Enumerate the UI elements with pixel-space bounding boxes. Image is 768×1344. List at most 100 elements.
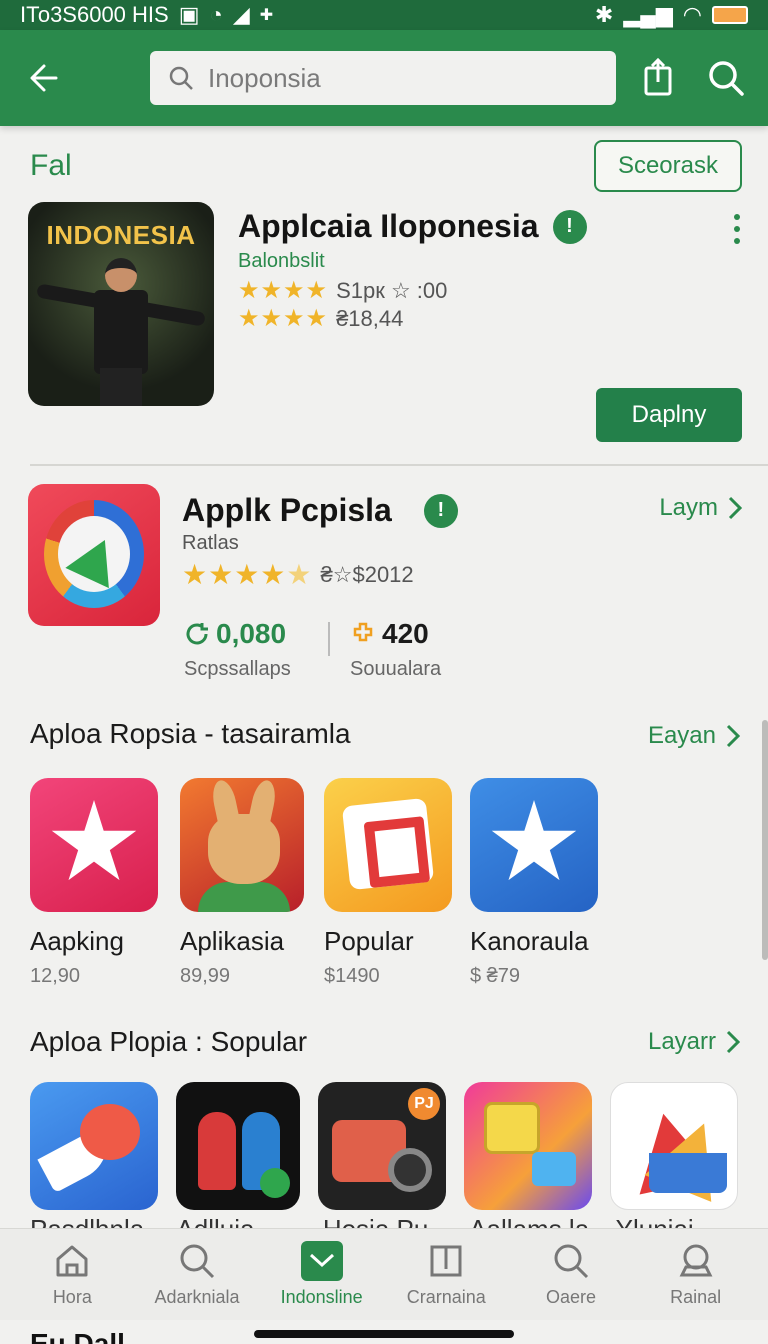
stars-icon: ★★★★★ bbox=[182, 559, 313, 590]
star-app-icon[interactable] bbox=[470, 778, 598, 912]
stat-divider bbox=[328, 622, 330, 656]
app-rating: ★★★★★ ₴☆$2012 bbox=[182, 558, 414, 591]
nav-crarnaina[interactable]: Crarnaina bbox=[386, 1241, 506, 1308]
home-indicator[interactable] bbox=[254, 1330, 514, 1338]
app-thumbnail[interactable] bbox=[28, 484, 160, 626]
soldier-figure bbox=[36, 258, 206, 406]
featured-app-thumbnail[interactable]: INDONESIA bbox=[28, 202, 214, 406]
chevron-right-icon bbox=[726, 1030, 740, 1054]
kids-app-icon[interactable] bbox=[176, 1082, 300, 1210]
sceorask-button[interactable]: Sceorask bbox=[593, 140, 742, 192]
app-tile[interactable]: PJ bbox=[318, 1082, 446, 1210]
notification-badge: PJ bbox=[408, 1088, 440, 1120]
nav-oaere[interactable]: Oaere bbox=[511, 1241, 631, 1308]
maps-app-icon[interactable] bbox=[610, 1082, 738, 1210]
notes-app-icon[interactable] bbox=[464, 1082, 592, 1210]
section-title: Aploa Ropsia - tasairamla bbox=[30, 718, 351, 749]
nav-indonsline[interactable]: Indonsline bbox=[262, 1241, 382, 1308]
app-list: Aapking 12,90 Aplikasia 89,99 Popular $1… bbox=[30, 778, 598, 988]
plus-icon: ✚ bbox=[259, 7, 274, 24]
app-tile[interactable] bbox=[464, 1082, 592, 1210]
layarr-link[interactable]: Layarr bbox=[648, 1028, 740, 1056]
app-name: Aapking bbox=[30, 926, 124, 956]
app-card[interactable]: Applk Pcpisla ! Ratlas ★★★★★ ₴☆$2012 Lay… bbox=[28, 484, 742, 684]
app-list: PJ bbox=[30, 1082, 738, 1210]
search-icon bbox=[554, 1244, 589, 1279]
nav-label: Adarkniala bbox=[154, 1287, 240, 1307]
featured-rating-2: ★★★★ ₴18,44 bbox=[238, 304, 403, 333]
nav-label: Indonsline bbox=[280, 1287, 363, 1307]
app-tile[interactable] bbox=[610, 1082, 738, 1210]
app-price: 89,99 bbox=[180, 965, 231, 987]
daplny-button[interactable]: Daplny bbox=[596, 388, 742, 442]
share-icon[interactable] bbox=[636, 56, 680, 100]
nav-label: Oaere bbox=[545, 1287, 596, 1307]
stat-value: 0,080 bbox=[216, 618, 287, 649]
nav-search[interactable]: Adarkniala bbox=[137, 1241, 257, 1308]
eayan-link[interactable]: Eayan bbox=[648, 722, 740, 750]
refresh-icon bbox=[186, 623, 208, 645]
link-label: Eayan bbox=[647, 722, 716, 749]
home-icon bbox=[56, 1245, 88, 1277]
stat-value: 420 bbox=[382, 618, 429, 649]
check-icon bbox=[300, 1241, 343, 1281]
link-label: Laym bbox=[659, 494, 718, 521]
search-icon bbox=[180, 1244, 215, 1279]
bird-app-icon[interactable] bbox=[30, 1082, 158, 1210]
divider bbox=[30, 464, 768, 466]
nav-home[interactable]: Hora bbox=[12, 1241, 132, 1308]
scrollbar[interactable] bbox=[762, 720, 768, 960]
bluetooth-icon: ✱ bbox=[594, 2, 614, 27]
app-bar: Inoponsia bbox=[0, 30, 768, 126]
app-tile[interactable]: Aapking 12,90 bbox=[30, 778, 158, 988]
arrow-left-icon[interactable] bbox=[22, 56, 66, 100]
stars-icon: ★★★★ bbox=[238, 305, 329, 332]
chevron-right-icon bbox=[726, 724, 740, 748]
more-options-icon[interactable] bbox=[732, 214, 742, 244]
frame-app-icon[interactable] bbox=[324, 778, 452, 912]
search-input[interactable]: Inoponsia bbox=[150, 51, 616, 105]
alarm-icon: ◔ bbox=[209, 2, 223, 27]
app-price: $1490 bbox=[324, 965, 380, 987]
featured-header: Fal Sceorask bbox=[30, 140, 742, 192]
featured-heading: Fal bbox=[30, 149, 72, 182]
nav-label: Crarnaina bbox=[406, 1287, 486, 1307]
rating-text: S1pк ☆ :00 bbox=[336, 277, 448, 303]
link-label: Layarr bbox=[647, 1028, 716, 1055]
cell-signal-icon: ▂▄▆ bbox=[623, 2, 673, 27]
nav-label: Hora bbox=[52, 1287, 92, 1307]
notification-icon: ▣ bbox=[178, 2, 200, 27]
app-tile[interactable] bbox=[176, 1082, 300, 1210]
app-title: Applk Pcpisla bbox=[182, 492, 392, 528]
nav-rainal[interactable]: Rainal bbox=[636, 1241, 756, 1308]
search-icon[interactable] bbox=[704, 56, 748, 100]
camera-app-icon[interactable]: PJ bbox=[318, 1082, 446, 1210]
stat-label: Souualara bbox=[350, 658, 442, 680]
featured-app-title: Applcaia Iloponesia bbox=[238, 208, 539, 244]
verified-icon: ! bbox=[552, 209, 587, 244]
fox-app-icon[interactable] bbox=[180, 778, 304, 912]
app-tile[interactable]: Aplikasia 89,99 bbox=[180, 778, 308, 988]
app-price: 12,90 bbox=[30, 965, 81, 987]
battery-icon bbox=[712, 6, 748, 24]
laym-link[interactable]: Laym bbox=[659, 494, 742, 522]
rating-text: ₴☆$2012 bbox=[320, 561, 414, 587]
featured-developer: Balonbslit bbox=[238, 250, 325, 272]
section-title: Aploa Plopia : Sopular bbox=[30, 1026, 308, 1057]
app-subtitle: Ratlas bbox=[182, 532, 239, 554]
footer-peek-text: Eu Dall bbox=[30, 1330, 125, 1344]
app-title-row: Applk Pcpisla ! bbox=[182, 492, 458, 529]
stars-icon: ★★★★ bbox=[238, 277, 329, 304]
banner-text: INDONESIA bbox=[46, 220, 196, 250]
puzzle-icon bbox=[353, 622, 373, 642]
rating-stat: 420 Souualara bbox=[350, 618, 441, 681]
downloads-stat: 0,080 Scpssallaps bbox=[184, 618, 291, 681]
star-app-icon[interactable] bbox=[30, 778, 158, 912]
app-tile[interactable] bbox=[30, 1082, 158, 1210]
app-tile[interactable]: Kanoraula $ ₴79 bbox=[470, 778, 598, 988]
stat-label: Scpssallaps bbox=[184, 658, 291, 680]
window-icon bbox=[430, 1245, 462, 1277]
featured-app-card[interactable]: INDONESIA Applcaia Iloponesia ! Balonbsl… bbox=[28, 202, 742, 442]
app-tile[interactable]: Popular $1490 bbox=[324, 778, 452, 988]
status-bar: IТо3S6000 HIS ▣ ◔ ◢ ✚ ✱ ▂▄▆ ◠ bbox=[0, 0, 768, 30]
